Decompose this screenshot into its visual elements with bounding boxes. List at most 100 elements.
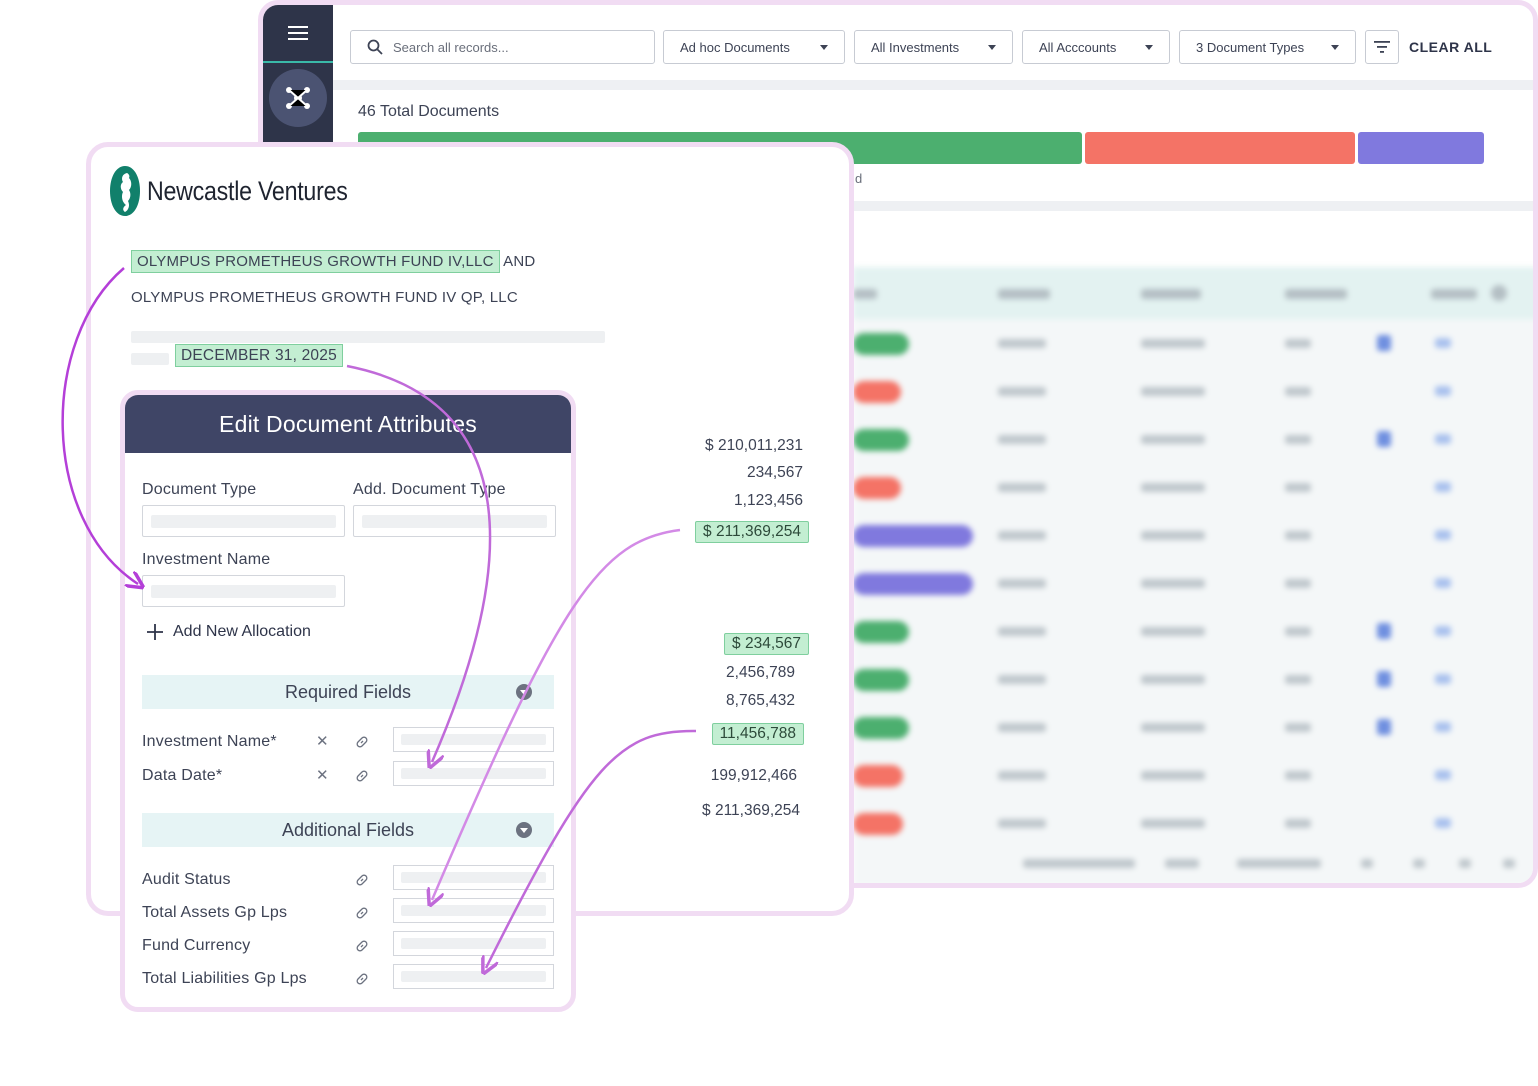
search-input[interactable]: Search all records... [393, 40, 509, 55]
panel-title: Edit Document Attributes [125, 395, 571, 453]
additional-field-label: Audit Status [142, 871, 231, 888]
company-logo: Newcastle Ventures [109, 165, 380, 217]
table-row[interactable] [853, 511, 1533, 559]
liabilities-highlight: 11,456,788 [711, 723, 804, 745]
redacted-line [131, 353, 169, 365]
investment-name-field[interactable] [142, 575, 345, 607]
documents-table [853, 267, 1533, 883]
table-row[interactable] [853, 655, 1533, 703]
required-field-label: Data Date* [142, 767, 223, 784]
additional-field-label: Fund Currency [142, 937, 251, 954]
fund-name-2: OLYMPUS PROMETHEUS GROWTH FUND IV QP, LL… [131, 289, 518, 306]
required-field-input[interactable] [393, 727, 554, 752]
edit-document-attributes-panel: Edit Document Attributes Document Type A… [120, 390, 576, 1012]
amount-total-highlight: $ 211,369,254 [695, 521, 809, 543]
hamburger-menu-button[interactable] [263, 5, 333, 63]
date-line: DECEMBER 31, 2025 [175, 344, 343, 367]
search-icon [367, 39, 383, 55]
link-icon[interactable] [355, 873, 369, 887]
filter-toolbar: Search all records... Ad hoc Documents A… [350, 29, 1492, 65]
table-body [853, 319, 1533, 847]
link-icon[interactable] [355, 769, 369, 783]
caret-down-icon [1145, 44, 1153, 50]
amount-7: 8,765,432 [726, 692, 795, 709]
add-new-allocation-button[interactable]: Add New Allocation [147, 623, 311, 641]
amount-6: 2,456,789 [726, 664, 795, 681]
dropdown-label: Ad hoc Documents [680, 39, 790, 55]
table-row[interactable] [853, 367, 1533, 415]
table-row[interactable] [853, 319, 1533, 367]
distribution-segment [1358, 132, 1484, 164]
additional-field-input[interactable] [393, 964, 554, 989]
fund-name-highlight: OLYMPUS PROMETHEUS GROWTH FUND IV,LLC [131, 250, 500, 273]
required-field-input[interactable] [393, 761, 554, 786]
clear-all-button[interactable]: CLEAR ALL [1409, 39, 1492, 55]
investment-name-label: Investment Name [142, 551, 271, 568]
amount-10: $ 211,369,254 [702, 802, 800, 819]
section-title: Required Fields [284, 681, 412, 702]
additional-fields-section[interactable]: Additional Fields [142, 813, 554, 847]
document-type-field[interactable] [142, 505, 345, 537]
close-icon[interactable]: ✕ [316, 766, 329, 784]
caret-down-icon [988, 44, 996, 50]
table-row[interactable] [853, 463, 1533, 511]
table-row[interactable] [853, 703, 1533, 751]
seahorse-logo-icon [110, 166, 140, 216]
document-category-dropdown[interactable]: Ad hoc Documents [663, 30, 845, 64]
amount-9: 199,912,466 [710, 767, 797, 784]
conjunction-text: AND [503, 253, 536, 270]
accounts-dropdown[interactable]: All Acccounts [1022, 30, 1170, 64]
amount-2: 234,567 [746, 464, 803, 481]
table-row[interactable] [853, 415, 1533, 463]
table-header [853, 267, 1533, 319]
total-assets-highlight: $ 234,567 [724, 633, 809, 655]
network-hub-button[interactable] [269, 69, 327, 127]
link-icon[interactable] [355, 939, 369, 953]
dropdown-label: All Investments [871, 39, 960, 55]
investments-dropdown[interactable]: All Investments [854, 30, 1013, 64]
hamburger-icon [288, 26, 308, 40]
additional-field-label: Total Liabilities Gp Lps [142, 970, 307, 987]
close-icon[interactable]: ✕ [316, 732, 329, 750]
caret-down-icon [1331, 44, 1339, 50]
caret-down-icon [820, 44, 828, 50]
table-row[interactable] [853, 799, 1533, 847]
additional-field-input[interactable] [393, 898, 554, 923]
link-icon[interactable] [355, 972, 369, 986]
required-field-label: Investment Name* [142, 733, 277, 750]
search-box[interactable]: Search all records... [350, 30, 655, 64]
fund-names-line: OLYMPUS PROMETHEUS GROWTH FUND IV,LLC AN… [131, 250, 536, 273]
link-icon[interactable] [355, 906, 369, 920]
add-document-type-label: Add. Document Type [353, 481, 506, 498]
table-row[interactable] [853, 751, 1533, 799]
filter-button[interactable] [1365, 30, 1399, 64]
dropdown-label: 3 Document Types [1196, 39, 1305, 55]
add-document-type-field[interactable] [353, 505, 556, 537]
distribution-segment [1085, 132, 1355, 164]
required-fields-section[interactable]: Required Fields [142, 675, 554, 709]
amount-1: $ 210,011,231 [705, 437, 803, 454]
filter-icon [1374, 41, 1390, 53]
redacted-line [131, 331, 605, 343]
total-documents-count: 46 Total Documents [358, 103, 500, 120]
date-highlight: DECEMBER 31, 2025 [175, 344, 343, 367]
table-row[interactable] [853, 607, 1533, 655]
legend-fragment: d [855, 171, 863, 186]
table-row[interactable] [853, 559, 1533, 607]
network-icon [286, 87, 310, 109]
pagination [853, 847, 1533, 881]
document-types-dropdown[interactable]: 3 Document Types [1179, 30, 1356, 64]
dropdown-label: All Acccounts [1039, 39, 1117, 55]
additional-field-input[interactable] [393, 931, 554, 956]
additional-field-input[interactable] [393, 865, 554, 890]
add-allocation-label: Add New Allocation [173, 623, 311, 640]
link-icon[interactable] [355, 735, 369, 749]
collapse-icon[interactable] [516, 822, 532, 838]
section-title: Additional Fields [281, 819, 415, 840]
additional-field-label: Total Assets Gp Lps [142, 904, 288, 921]
divider [333, 80, 1533, 90]
company-name: Newcastle Ventures [147, 175, 348, 206]
document-type-label: Document Type [142, 481, 257, 498]
amount-3: 1,123,456 [734, 492, 803, 509]
collapse-icon[interactable] [516, 684, 532, 700]
